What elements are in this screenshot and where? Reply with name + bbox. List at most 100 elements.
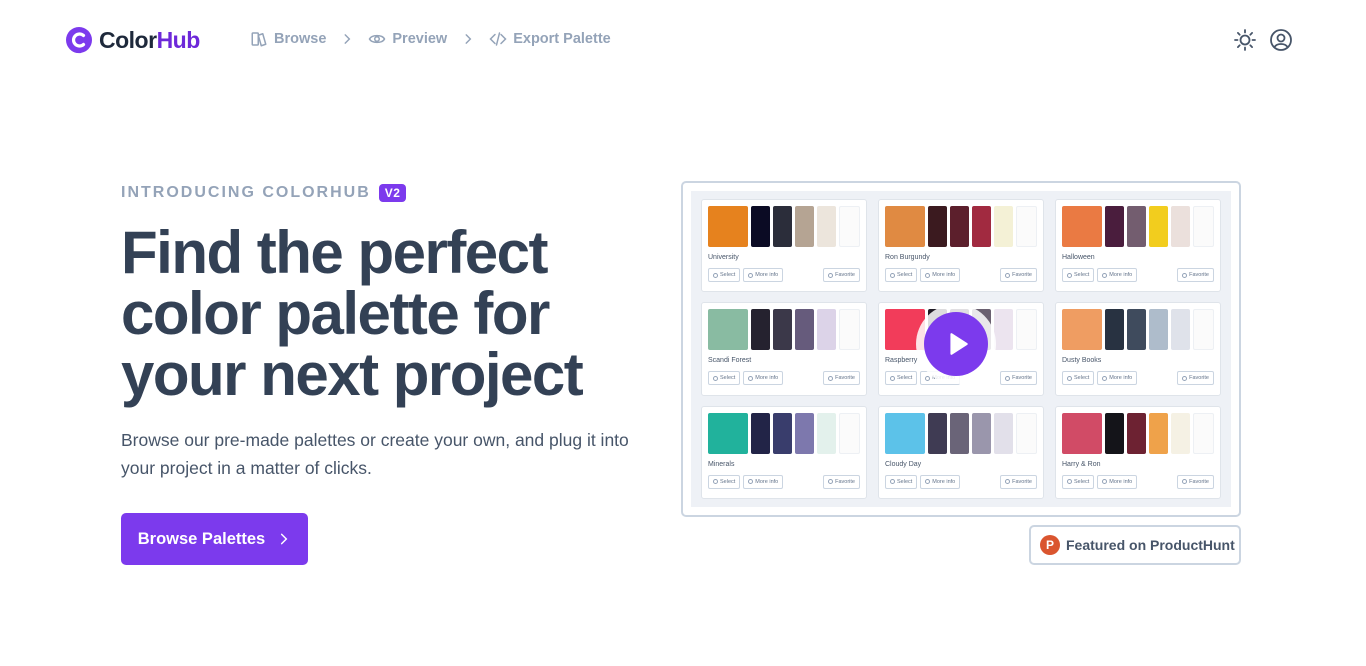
select-button[interactable]: Select <box>1062 474 1095 489</box>
favorite-button[interactable]: Favorite <box>1000 371 1037 386</box>
color-swatch[interactable] <box>1062 412 1102 454</box>
color-swatch[interactable] <box>816 412 836 454</box>
color-swatch[interactable] <box>816 309 836 351</box>
color-swatch[interactable] <box>993 206 1013 247</box>
more-info-button[interactable]: More info <box>743 474 784 489</box>
color-swatch[interactable] <box>927 206 947 247</box>
color-swatch[interactable] <box>1148 412 1168 454</box>
palette-card[interactable]: Scandi Forest Select More info Favorite <box>701 302 867 396</box>
color-swatch[interactable] <box>794 412 814 454</box>
color-swatch[interactable] <box>816 206 836 247</box>
color-swatch[interactable] <box>708 412 748 454</box>
user-circle-icon[interactable] <box>1269 28 1293 52</box>
color-swatch[interactable] <box>1192 309 1214 351</box>
color-swatch[interactable] <box>838 206 860 247</box>
color-swatch[interactable] <box>1104 412 1124 454</box>
color-swatch[interactable] <box>1062 206 1102 247</box>
favorite-button[interactable]: Favorite <box>823 371 860 386</box>
favorite-button[interactable]: Favorite <box>823 474 860 489</box>
color-swatch[interactable] <box>1126 206 1146 247</box>
color-swatch[interactable] <box>993 412 1013 454</box>
play-button[interactable] <box>916 304 996 384</box>
color-swatch[interactable] <box>949 412 969 454</box>
producthunt-badge[interactable]: P Featured on ProductHunt <box>1029 525 1241 565</box>
favorite-button[interactable]: Favorite <box>1177 474 1214 489</box>
color-swatch[interactable] <box>1170 309 1190 351</box>
color-swatch[interactable] <box>708 206 748 247</box>
favorite-button[interactable]: Favorite <box>1177 268 1214 282</box>
select-button[interactable]: Select <box>708 268 741 282</box>
color-swatch[interactable] <box>1015 206 1037 247</box>
favorite-button[interactable]: Favorite <box>1000 268 1037 282</box>
select-button[interactable]: Select <box>885 371 918 386</box>
more-info-button[interactable]: More info <box>1097 371 1138 386</box>
more-info-button[interactable]: More info <box>1097 268 1138 282</box>
palette-card[interactable]: Minerals Select More info Favorite <box>701 405 867 499</box>
color-swatch[interactable] <box>838 412 860 454</box>
color-swatch[interactable] <box>794 309 814 351</box>
color-swatch[interactable] <box>949 206 969 247</box>
color-swatch[interactable] <box>971 206 991 247</box>
brand-logo[interactable]: ColorHub <box>65 26 200 54</box>
color-swatch[interactable] <box>1062 309 1102 351</box>
color-swatch[interactable] <box>1170 412 1190 454</box>
color-swatch[interactable] <box>1148 206 1168 247</box>
color-swatch[interactable] <box>838 309 860 351</box>
select-button[interactable]: Select <box>708 474 741 489</box>
color-swatch[interactable] <box>1192 412 1214 454</box>
favorite-button[interactable]: Favorite <box>823 268 860 282</box>
select-button[interactable]: Select <box>885 268 918 282</box>
select-button[interactable]: Select <box>1062 268 1095 282</box>
select-button[interactable]: Select <box>885 474 918 489</box>
color-swatch[interactable] <box>1170 206 1190 247</box>
color-swatch[interactable] <box>708 309 748 351</box>
color-swatch[interactable] <box>750 206 770 247</box>
palette-card[interactable]: University Select More info Favorite <box>701 199 867 293</box>
palette-swatches <box>885 412 1037 454</box>
color-swatch[interactable] <box>750 309 770 351</box>
more-info-button[interactable]: More info <box>743 268 784 282</box>
crumb-browse[interactable]: Browse <box>250 30 326 48</box>
more-info-button[interactable]: More info <box>743 371 784 386</box>
color-swatch[interactable] <box>1015 309 1037 351</box>
color-swatch[interactable] <box>885 206 925 247</box>
color-swatch[interactable] <box>1126 309 1146 351</box>
color-swatch[interactable] <box>794 206 814 247</box>
select-button-label: Select <box>720 478 736 485</box>
more-info-button[interactable]: More info <box>1097 474 1138 489</box>
color-swatch[interactable] <box>971 412 991 454</box>
color-swatch[interactable] <box>1148 309 1168 351</box>
color-swatch[interactable] <box>772 412 792 454</box>
color-swatch[interactable] <box>1015 412 1037 454</box>
favorite-button-label: Favorite <box>1012 478 1032 485</box>
favorite-button[interactable]: Favorite <box>1000 474 1037 489</box>
palette-card[interactable]: Halloween Select More info Favorite <box>1055 199 1221 293</box>
color-swatch[interactable] <box>772 309 792 351</box>
version-badge: V2 <box>378 184 407 202</box>
color-swatch[interactable] <box>1192 206 1214 247</box>
color-swatch[interactable] <box>750 412 770 454</box>
color-swatch[interactable] <box>993 309 1013 351</box>
palette-card[interactable]: Dusty Books Select More info Favorite <box>1055 302 1221 396</box>
browse-palettes-button[interactable]: Browse Palettes <box>121 513 308 565</box>
color-swatch[interactable] <box>1104 206 1124 247</box>
color-swatch[interactable] <box>772 206 792 247</box>
sun-icon[interactable] <box>1233 28 1257 52</box>
color-swatch[interactable] <box>1126 412 1146 454</box>
color-swatch[interactable] <box>885 412 925 454</box>
favorite-button[interactable]: Favorite <box>1177 371 1214 386</box>
palette-card[interactable]: Ron Burgundy Select More info Favorite <box>878 199 1044 293</box>
more-info-button[interactable]: More info <box>920 474 961 489</box>
color-swatch[interactable] <box>1104 309 1124 351</box>
select-button[interactable]: Select <box>708 371 741 386</box>
favorite-button-label: Favorite <box>835 272 855 278</box>
palette-card[interactable]: Cloudy Day Select More info Favorite <box>878 405 1044 499</box>
select-button[interactable]: Select <box>1062 371 1095 386</box>
crumb-preview[interactable]: Preview <box>368 30 447 48</box>
palette-name: Scandi Forest <box>708 357 752 365</box>
crumb-export-palette[interactable]: Export Palette <box>489 30 611 48</box>
color-swatch[interactable] <box>927 412 947 454</box>
palette-card[interactable]: Harry & Ron Select More info Favorite <box>1055 405 1221 499</box>
more-info-button[interactable]: More info <box>920 268 961 282</box>
play-button-circle <box>924 312 988 376</box>
